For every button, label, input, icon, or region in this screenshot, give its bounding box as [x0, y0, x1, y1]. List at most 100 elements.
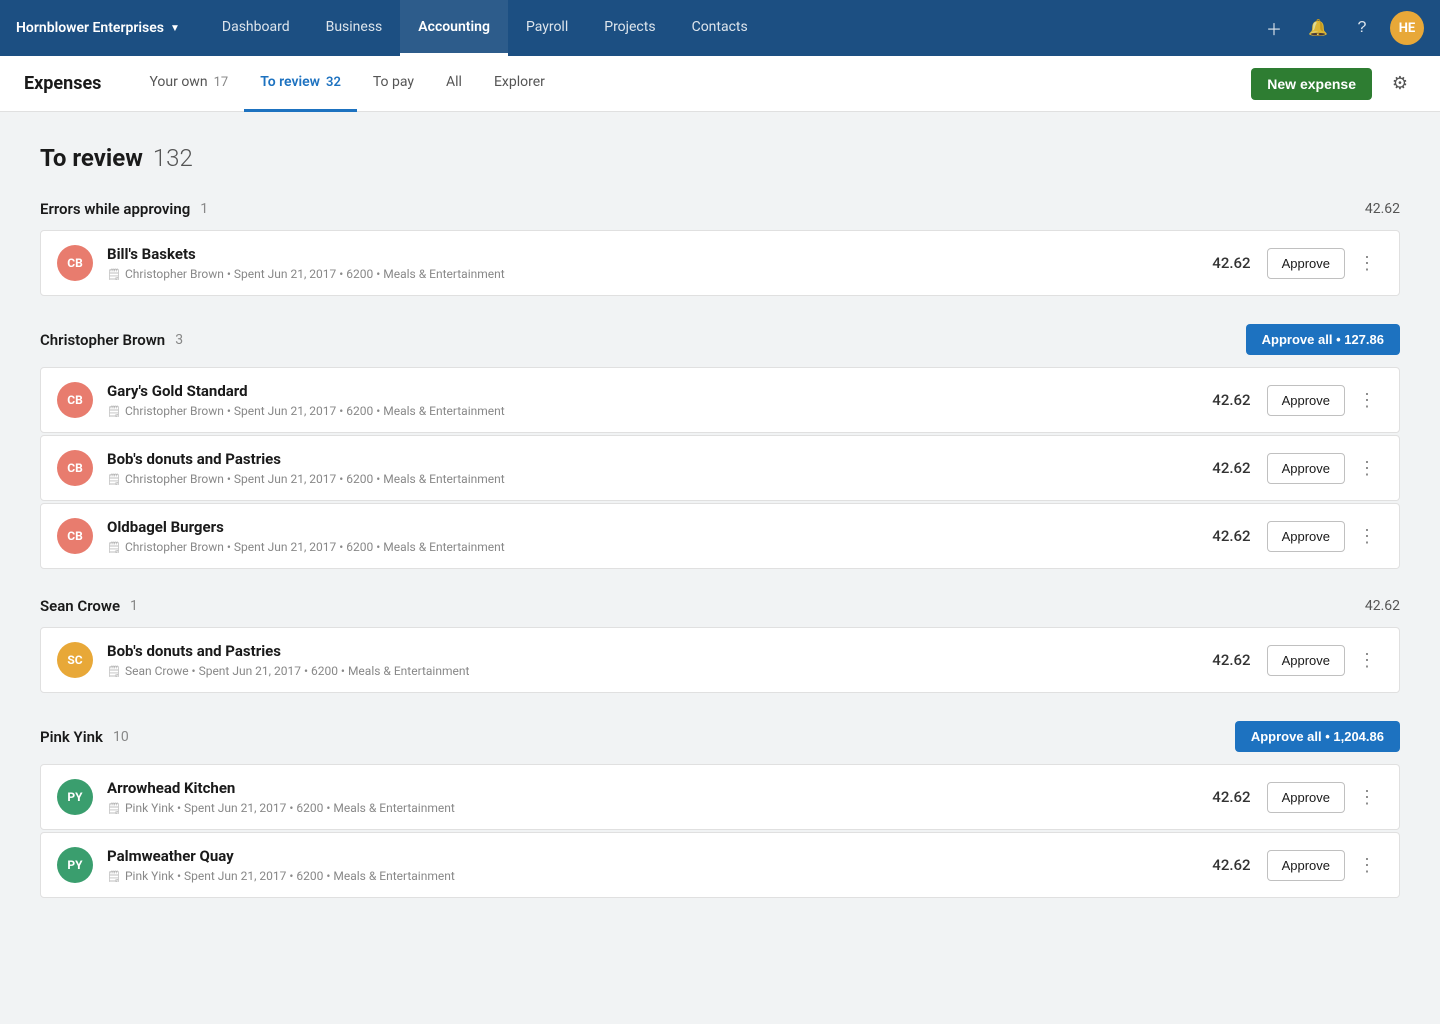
- section-count: 3: [175, 332, 183, 348]
- section-name: Errors while approving: [40, 200, 190, 218]
- tab-count: 17: [214, 75, 229, 90]
- section-name: Sean Crowe: [40, 597, 120, 615]
- approve-button[interactable]: Approve: [1267, 850, 1345, 881]
- tab-explorer[interactable]: Explorer: [478, 56, 561, 112]
- approve-button[interactable]: Approve: [1267, 453, 1345, 484]
- document-icon: 🗒: [107, 268, 121, 281]
- expense-amount: 42.62: [1181, 856, 1251, 874]
- section-header-3: Pink Yink 10 Approve all • 1,204.86: [40, 721, 1400, 752]
- expense-meta: 🗒Christopher Brown • Spent Jun 21, 2017 …: [107, 267, 1181, 281]
- section-3: Pink Yink 10 Approve all • 1,204.86 PY Arrow…: [40, 721, 1400, 898]
- expense-card: CBBob's donuts and Pastries🗒Christopher …: [40, 435, 1400, 501]
- section-header-0: Errors while approving 1 42.62: [40, 200, 1400, 218]
- approve-button[interactable]: Approve: [1267, 645, 1345, 676]
- expense-name: Palmweather Quay: [107, 847, 1181, 865]
- subnav-title: Expenses: [24, 73, 101, 94]
- brand-name: Hornblower Enterprises: [16, 20, 164, 36]
- expense-amount: 42.62: [1181, 391, 1251, 409]
- expense-card: CB Bill's Baskets 🗒Christopher Brown • Spe…: [40, 230, 1400, 296]
- section-count: 10: [113, 729, 129, 745]
- tab-to-pay[interactable]: To pay: [357, 56, 430, 112]
- expense-card: PY Palmweather Quay 🗒Pink Yink • Spent Jun…: [40, 832, 1400, 898]
- avatar: CB: [57, 245, 93, 281]
- approve-button[interactable]: Approve: [1267, 782, 1345, 813]
- expense-amount: 42.62: [1181, 527, 1251, 545]
- expense-meta: 🗒Pink Yink • Spent Jun 21, 2017 • 6200 •…: [107, 801, 1181, 815]
- kebab-menu-button[interactable]: ⋮: [1351, 849, 1383, 881]
- nav-link-accounting[interactable]: Accounting: [400, 0, 508, 56]
- avatar: PY: [57, 847, 93, 883]
- new-expense-button[interactable]: New expense: [1251, 68, 1372, 100]
- nav-link-dashboard[interactable]: Dashboard: [204, 0, 308, 56]
- page-title-text: To review: [40, 144, 143, 172]
- main-content: To review 132 Errors while approving 1 42.…: [0, 112, 1440, 958]
- brand[interactable]: Hornblower Enterprises ▼: [16, 20, 180, 36]
- document-icon: 🗒: [107, 541, 121, 554]
- nav-links: DashboardBusinessAccountingPayrollProjec…: [204, 0, 1258, 56]
- settings-icon[interactable]: ⚙: [1384, 68, 1416, 100]
- kebab-menu-button[interactable]: ⋮: [1351, 781, 1383, 813]
- kebab-menu-button[interactable]: ⋮: [1351, 520, 1383, 552]
- expense-name: Bob's donuts and Pastries: [107, 450, 1181, 468]
- tab-label: To review: [260, 74, 320, 90]
- expense-name: Arrowhead Kitchen: [107, 779, 1181, 797]
- section-header-1: Christopher Brown 3 Approve all • 127.86: [40, 324, 1400, 355]
- document-icon: 🗒: [107, 473, 121, 486]
- nav-link-business[interactable]: Business: [308, 0, 401, 56]
- nav-link-projects[interactable]: Projects: [586, 0, 673, 56]
- approve-all-button[interactable]: Approve all • 127.86: [1246, 324, 1400, 355]
- section-total: 42.62: [1365, 201, 1400, 217]
- expense-name: Oldbagel Burgers: [107, 518, 1181, 536]
- approve-all-button[interactable]: Approve all • 1,204.86: [1235, 721, 1400, 752]
- document-icon: 🗒: [107, 870, 121, 883]
- section-name: Christopher Brown: [40, 331, 165, 349]
- kebab-menu-button[interactable]: ⋮: [1351, 384, 1383, 416]
- page-title: To review 132: [40, 144, 1400, 172]
- approve-button[interactable]: Approve: [1267, 385, 1345, 416]
- tab-count: 32: [326, 75, 341, 90]
- tab-label: Your own: [149, 74, 207, 90]
- avatar: SC: [57, 642, 93, 678]
- expense-amount: 42.62: [1181, 788, 1251, 806]
- approve-button[interactable]: Approve: [1267, 248, 1345, 279]
- section-count: 1: [200, 201, 208, 217]
- expense-amount: 42.62: [1181, 459, 1251, 477]
- expense-meta: 🗒Christopher Brown • Spent Jun 21, 2017 …: [107, 540, 1181, 554]
- expense-card: CBGary's Gold Standard🗒Christopher Brown…: [40, 367, 1400, 433]
- bell-icon[interactable]: 🔔: [1302, 12, 1334, 44]
- tab-your-own[interactable]: Your own 17: [133, 56, 244, 112]
- kebab-menu-button[interactable]: ⋮: [1351, 644, 1383, 676]
- section-name: Pink Yink: [40, 728, 103, 746]
- section-total: 42.62: [1365, 598, 1400, 614]
- section-header-2: Sean Crowe 1 42.62: [40, 597, 1400, 615]
- help-icon[interactable]: ?: [1346, 12, 1378, 44]
- nav-link-payroll[interactable]: Payroll: [508, 0, 586, 56]
- section-0: Errors while approving 1 42.62 CB Bill's Bas…: [40, 200, 1400, 296]
- tab-label: To pay: [373, 74, 414, 90]
- nav-link-contacts[interactable]: Contacts: [674, 0, 766, 56]
- avatar: PY: [57, 779, 93, 815]
- expense-amount: 42.62: [1181, 651, 1251, 669]
- expense-name: Bill's Baskets: [107, 245, 1181, 263]
- expense-meta: 🗒Pink Yink • Spent Jun 21, 2017 • 6200 •…: [107, 869, 1181, 883]
- tab-to-review[interactable]: To review 32: [244, 56, 357, 112]
- expense-meta: 🗒Sean Crowe • Spent Jun 21, 2017 • 6200 …: [107, 664, 1181, 678]
- avatar[interactable]: HE: [1390, 11, 1424, 45]
- kebab-menu-button[interactable]: ⋮: [1351, 452, 1383, 484]
- expense-card: CB Oldbagel Burgers 🗒Christopher Brown • S…: [40, 503, 1400, 569]
- section-count: 1: [130, 598, 138, 614]
- subnav-actions: New expense ⚙: [1251, 68, 1416, 100]
- expense-amount: 42.62: [1181, 254, 1251, 272]
- expense-meta: 🗒Christopher Brown • Spent Jun 21, 2017 …: [107, 472, 1181, 486]
- avatar: CB: [57, 518, 93, 554]
- kebab-menu-button[interactable]: ⋮: [1351, 247, 1383, 279]
- section-2: Sean Crowe142.62SCBob's donuts and Pastr…: [40, 597, 1400, 693]
- tab-all[interactable]: All: [430, 56, 478, 112]
- chevron-down-icon: ▼: [170, 23, 180, 34]
- expense-meta: 🗒Christopher Brown • Spent Jun 21, 2017 …: [107, 404, 1181, 418]
- add-icon[interactable]: ＋: [1258, 12, 1290, 44]
- topnav: Hornblower Enterprises ▼ DashboardBusine…: [0, 0, 1440, 56]
- sections-container: Errors while approving 1 42.62 CB Bill's Bas…: [40, 200, 1400, 898]
- approve-button[interactable]: Approve: [1267, 521, 1345, 552]
- expense-card: PY Arrowhead Kitchen 🗒Pink Yink • Spent Ju…: [40, 764, 1400, 830]
